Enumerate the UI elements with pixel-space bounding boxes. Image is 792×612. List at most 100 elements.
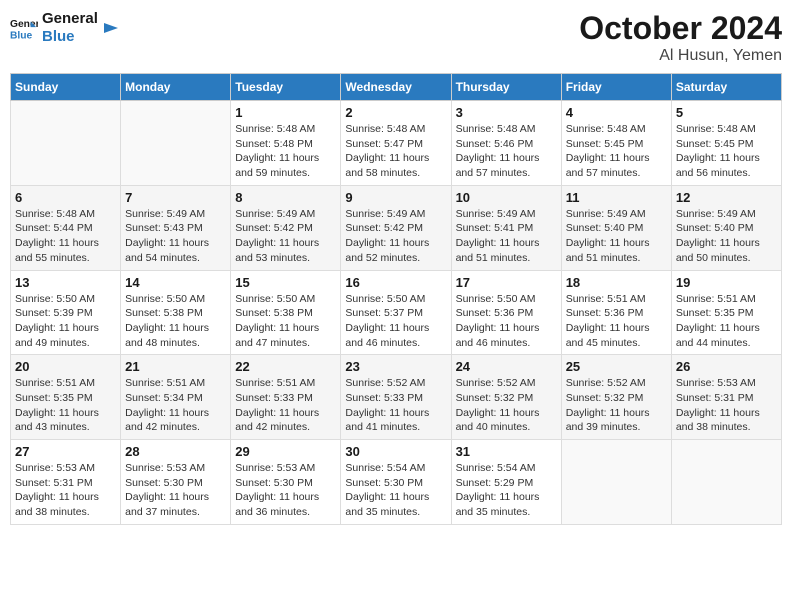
calendar-cell: 7Sunrise: 5:49 AM Sunset: 5:43 PM Daylig… (121, 185, 231, 270)
calendar-cell (561, 440, 671, 525)
day-number: 21 (125, 359, 226, 374)
day-number: 28 (125, 444, 226, 459)
calendar-cell: 25Sunrise: 5:52 AM Sunset: 5:32 PM Dayli… (561, 355, 671, 440)
calendar-cell (11, 101, 121, 186)
header-day: Tuesday (231, 74, 341, 101)
calendar-cell: 20 Sunrise: 5:51 AM Sunset: 5:35 PM Dayli… (11, 355, 121, 440)
calendar-cell: 10 Sunrise: 5:49 AM Sunset: 5:41 PM Dayli… (451, 185, 561, 270)
day-number: 22 (235, 359, 336, 374)
calendar-cell: 26Sunrise: 5:53 AM Sunset: 5:31 PM Dayli… (671, 355, 781, 440)
day-number: 8 (235, 190, 336, 205)
calendar-cell: 6 Sunrise: 5:48 AM Sunset: 5:44 PM Daylig… (11, 185, 121, 270)
calendar-cell: 12Sunrise: 5:49 AM Sunset: 5:40 PM Dayli… (671, 185, 781, 270)
calendar-cell: 30Sunrise: 5:54 AM Sunset: 5:30 PM Dayli… (341, 440, 451, 525)
header-day: Wednesday (341, 74, 451, 101)
day-number: 10 (456, 190, 557, 205)
day-info: Sunrise: 5:48 AM Sunset: 5:45 PM Dayligh… (676, 122, 777, 181)
day-number: 11 (566, 190, 667, 205)
day-number: 25 (566, 359, 667, 374)
day-info: Sunrise: 5:50 AM Sunset: 5:36 PM Dayligh… (456, 292, 557, 351)
calendar-cell: 28 Sunrise: 5:53 AM Sunset: 5:30 PM Dayli… (121, 440, 231, 525)
day-info: Sunrise: 5:49 AM Sunset: 5:43 PM Dayligh… (125, 207, 226, 266)
calendar-cell: 31 Sunrise: 5:54 AM Sunset: 5:29 PM Dayli… (451, 440, 561, 525)
day-info: Sunrise: 5:52 AM Sunset: 5:32 PM Dayligh… (456, 376, 557, 435)
day-info: Sunrise: 5:51 AM Sunset: 5:34 PM Dayligh… (125, 376, 226, 435)
day-number: 9 (345, 190, 446, 205)
calendar-week-row: 27 Sunrise: 5:53 AM Sunset: 5:31 PM Dayli… (11, 440, 782, 525)
day-info: Sunrise: 5:48 AM Sunset: 5:47 PM Dayligh… (345, 122, 446, 181)
svg-text:General: General (10, 19, 38, 30)
calendar-cell: 24 Sunrise: 5:52 AM Sunset: 5:32 PM Dayli… (451, 355, 561, 440)
day-number: 15 (235, 275, 336, 290)
calendar-cell: 13 Sunrise: 5:50 AM Sunset: 5:39 PM Dayli… (11, 270, 121, 355)
day-info: Sunrise: 5:50 AM Sunset: 5:37 PM Dayligh… (345, 292, 446, 351)
header-day: Monday (121, 74, 231, 101)
day-info: Sunrise: 5:48 AM Sunset: 5:45 PM Dayligh… (566, 122, 667, 181)
day-info: Sunrise: 5:50 AM Sunset: 5:38 PM Dayligh… (235, 292, 336, 351)
calendar-cell: 29 Sunrise: 5:53 AM Sunset: 5:30 PM Dayli… (231, 440, 341, 525)
calendar-cell (121, 101, 231, 186)
day-info: Sunrise: 5:48 AM Sunset: 5:44 PM Dayligh… (15, 207, 116, 266)
logo-blue: Blue (42, 28, 98, 46)
logo-icon: General Blue (10, 14, 38, 42)
calendar-week-row: 6 Sunrise: 5:48 AM Sunset: 5:44 PM Daylig… (11, 185, 782, 270)
day-number: 2 (345, 105, 446, 120)
day-number: 14 (125, 275, 226, 290)
calendar-cell: 9 Sunrise: 5:49 AM Sunset: 5:42 PM Daylig… (341, 185, 451, 270)
header-day: Saturday (671, 74, 781, 101)
day-number: 13 (15, 275, 116, 290)
calendar-cell: 2 Sunrise: 5:48 AM Sunset: 5:47 PM Daylig… (341, 101, 451, 186)
calendar-cell: 23 Sunrise: 5:52 AM Sunset: 5:33 PM Dayli… (341, 355, 451, 440)
day-number: 12 (676, 190, 777, 205)
day-number: 20 (15, 359, 116, 374)
day-number: 6 (15, 190, 116, 205)
day-number: 24 (456, 359, 557, 374)
calendar-cell: 17 Sunrise: 5:50 AM Sunset: 5:36 PM Dayli… (451, 270, 561, 355)
calendar-cell: 15 Sunrise: 5:50 AM Sunset: 5:38 PM Dayli… (231, 270, 341, 355)
day-info: Sunrise: 5:54 AM Sunset: 5:29 PM Dayligh… (456, 461, 557, 520)
header-day: Sunday (11, 74, 121, 101)
day-info: Sunrise: 5:51 AM Sunset: 5:36 PM Dayligh… (566, 292, 667, 351)
calendar-cell: 8 Sunrise: 5:49 AM Sunset: 5:42 PM Daylig… (231, 185, 341, 270)
subtitle: Al Husun, Yemen (579, 47, 782, 65)
calendar-cell: 1Sunrise: 5:48 AM Sunset: 5:48 PM Daylig… (231, 101, 341, 186)
day-info: Sunrise: 5:50 AM Sunset: 5:38 PM Dayligh… (125, 292, 226, 351)
day-info: Sunrise: 5:48 AM Sunset: 5:46 PM Dayligh… (456, 122, 557, 181)
day-info: Sunrise: 5:50 AM Sunset: 5:39 PM Dayligh… (15, 292, 116, 351)
calendar-cell: 16 Sunrise: 5:50 AM Sunset: 5:37 PM Dayli… (341, 270, 451, 355)
day-info: Sunrise: 5:51 AM Sunset: 5:35 PM Dayligh… (15, 376, 116, 435)
logo-general: General (42, 10, 98, 28)
day-number: 23 (345, 359, 446, 374)
title-area: October 2024 Al Husun, Yemen (579, 10, 782, 65)
day-info: Sunrise: 5:53 AM Sunset: 5:30 PM Dayligh… (235, 461, 336, 520)
day-info: Sunrise: 5:51 AM Sunset: 5:35 PM Dayligh… (676, 292, 777, 351)
calendar-cell: 5 Sunrise: 5:48 AM Sunset: 5:45 PM Daylig… (671, 101, 781, 186)
day-info: Sunrise: 5:52 AM Sunset: 5:33 PM Dayligh… (345, 376, 446, 435)
day-number: 30 (345, 444, 446, 459)
svg-text:Blue: Blue (10, 30, 33, 41)
day-info: Sunrise: 5:49 AM Sunset: 5:42 PM Dayligh… (345, 207, 446, 266)
day-number: 5 (676, 105, 777, 120)
day-info: Sunrise: 5:53 AM Sunset: 5:31 PM Dayligh… (15, 461, 116, 520)
calendar-cell: 21 Sunrise: 5:51 AM Sunset: 5:34 PM Dayli… (121, 355, 231, 440)
calendar-table: SundayMondayTuesdayWednesdayThursdayFrid… (10, 73, 782, 525)
day-info: Sunrise: 5:51 AM Sunset: 5:33 PM Dayligh… (235, 376, 336, 435)
day-number: 29 (235, 444, 336, 459)
day-number: 17 (456, 275, 557, 290)
calendar-cell: 22 Sunrise: 5:51 AM Sunset: 5:33 PM Dayli… (231, 355, 341, 440)
main-title: October 2024 (579, 10, 782, 47)
day-number: 4 (566, 105, 667, 120)
day-number: 31 (456, 444, 557, 459)
day-number: 16 (345, 275, 446, 290)
calendar-cell (671, 440, 781, 525)
day-number: 26 (676, 359, 777, 374)
day-info: Sunrise: 5:49 AM Sunset: 5:42 PM Dayligh… (235, 207, 336, 266)
day-info: Sunrise: 5:53 AM Sunset: 5:30 PM Dayligh… (125, 461, 226, 520)
header: General Blue General Blue October 2024 A… (10, 10, 782, 65)
calendar-cell: 27 Sunrise: 5:53 AM Sunset: 5:31 PM Dayli… (11, 440, 121, 525)
day-info: Sunrise: 5:49 AM Sunset: 5:41 PM Dayligh… (456, 207, 557, 266)
day-number: 1 (235, 105, 336, 120)
day-number: 18 (566, 275, 667, 290)
day-number: 27 (15, 444, 116, 459)
day-number: 3 (456, 105, 557, 120)
